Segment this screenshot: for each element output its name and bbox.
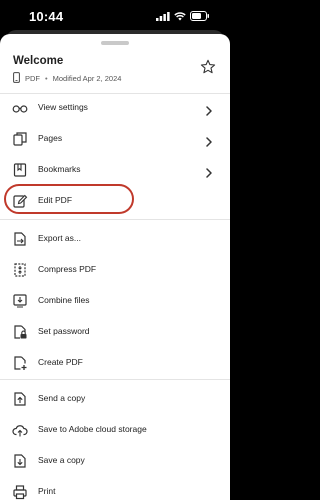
- menu-item-label: Export as...: [38, 233, 81, 243]
- menu-item-label: Combine files: [38, 295, 90, 305]
- create-pdf-icon: [12, 355, 28, 371]
- glasses-icon: [12, 100, 28, 116]
- menu-item-label: Bookmarks: [38, 164, 81, 174]
- print-icon: [12, 484, 28, 500]
- edit-icon: [12, 193, 28, 209]
- divider: [0, 379, 230, 380]
- bookmark-icon: [12, 162, 28, 178]
- divider: [0, 219, 230, 220]
- menu-item-label: Pages: [38, 133, 63, 143]
- meta-separator: •: [45, 74, 48, 83]
- menu-item-label: Compress PDF: [38, 264, 97, 274]
- status-bar: 10:44: [0, 0, 230, 30]
- document-menu-sheet: Welcome PDF • Modified Apr 2, 2024 View …: [0, 34, 230, 500]
- menu-item-edit-pdf[interactable]: Edit PDF: [0, 187, 230, 215]
- save-copy-icon: [12, 453, 28, 469]
- menu-item-export-as[interactable]: Export as...: [0, 225, 230, 253]
- menu-item-label: Save a copy: [38, 455, 85, 465]
- compress-icon: [12, 262, 28, 278]
- cloud-upload-icon: [12, 422, 28, 438]
- menu-item-set-password[interactable]: Set password: [0, 318, 230, 346]
- status-time: 10:44: [29, 9, 64, 24]
- menu-item-label: Print: [38, 486, 56, 496]
- menu-item-label: Create PDF: [38, 357, 83, 367]
- export-icon: [12, 231, 28, 247]
- menu-item-compress-pdf[interactable]: Compress PDF: [0, 256, 230, 284]
- menu-item-label: Set password: [38, 326, 90, 336]
- menu-item-bookmarks[interactable]: Bookmarks: [0, 156, 230, 184]
- menu-item-label: View settings: [38, 102, 88, 112]
- signal-icon: [156, 11, 170, 21]
- document-type: PDF: [25, 74, 40, 83]
- document-meta: PDF • Modified Apr 2, 2024: [13, 72, 121, 85]
- document-title: Welcome: [13, 55, 64, 67]
- menu-item-label: Send a copy: [38, 393, 86, 403]
- menu-item-pages[interactable]: Pages: [0, 125, 230, 153]
- menu-item-label: Edit PDF: [38, 195, 73, 205]
- lock-icon: [12, 324, 28, 340]
- phone-icon: [13, 72, 20, 85]
- chevron-right-icon: [205, 134, 213, 147]
- wifi-icon: [174, 11, 186, 21]
- menu-item-view-settings[interactable]: View settings: [0, 94, 230, 122]
- sheet-grabber[interactable]: [101, 41, 129, 45]
- star-outline-icon[interactable]: [200, 59, 216, 75]
- menu-item-save-a-copy[interactable]: Save a copy: [0, 447, 230, 475]
- chevron-right-icon: [205, 103, 213, 116]
- menu-item-combine-files[interactable]: Combine files: [0, 287, 230, 315]
- battery-icon: [190, 11, 210, 21]
- document-modified: Modified Apr 2, 2024: [52, 74, 122, 83]
- pages-icon: [12, 131, 28, 147]
- chevron-right-icon: [205, 165, 213, 178]
- send-copy-icon: [12, 391, 28, 407]
- menu-item-create-pdf[interactable]: Create PDF: [0, 349, 230, 377]
- status-icons: [156, 11, 210, 21]
- menu-item-save-to-adobe-cloud-storage[interactable]: Save to Adobe cloud storage: [0, 416, 230, 444]
- menu-item-label: Save to Adobe cloud storage: [38, 424, 147, 434]
- combine-icon: [12, 293, 28, 309]
- menu-item-print[interactable]: Print: [0, 478, 230, 500]
- menu-item-send-a-copy[interactable]: Send a copy: [0, 385, 230, 413]
